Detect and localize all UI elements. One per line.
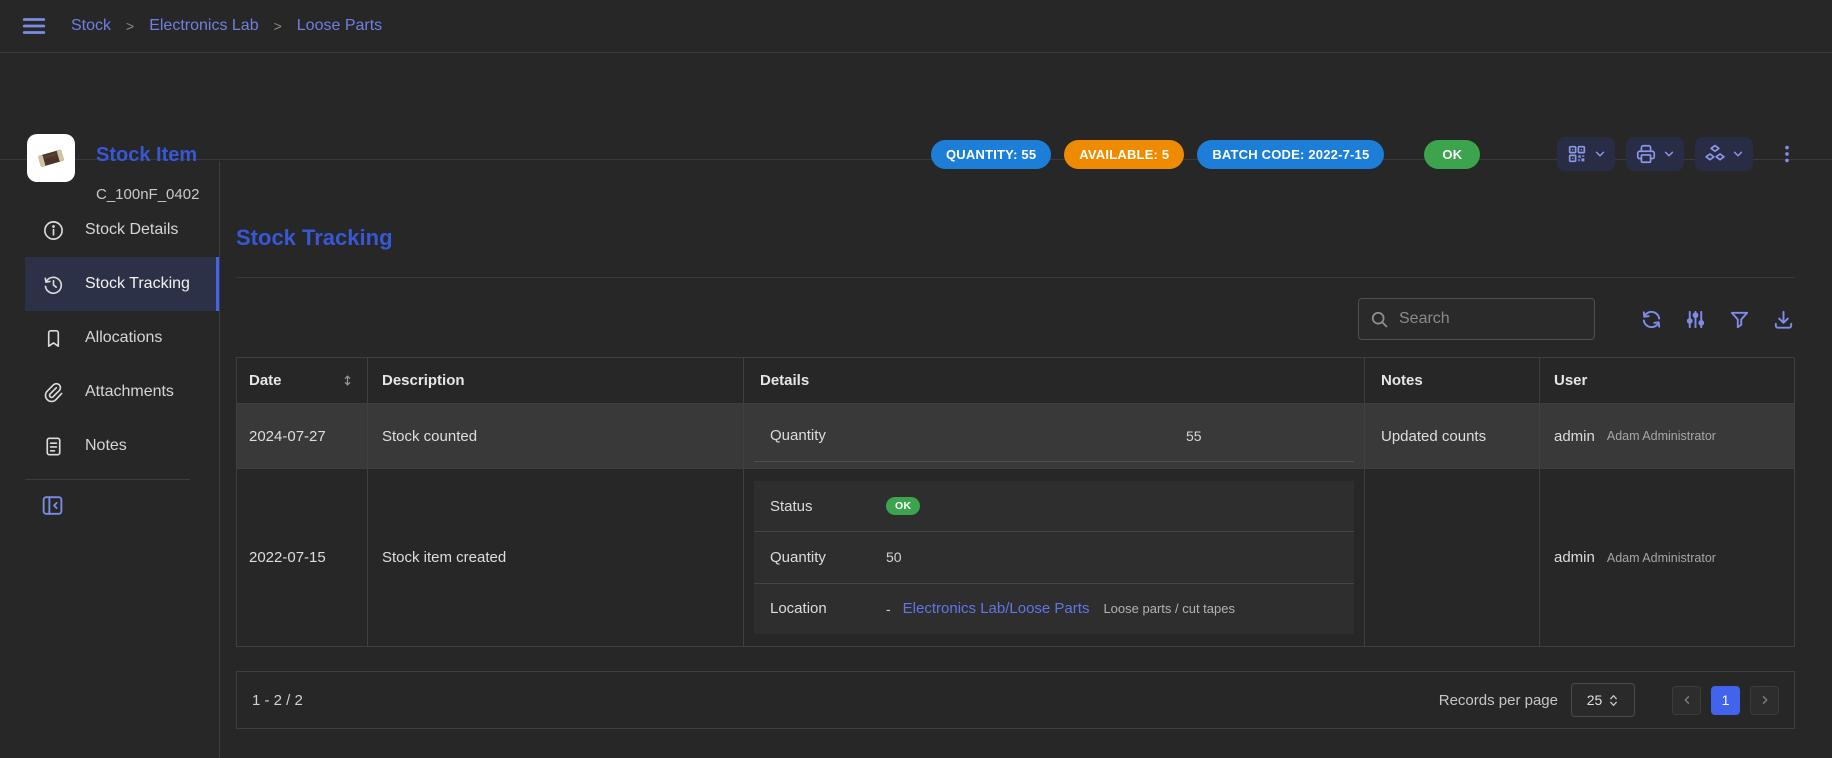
chevron-left-icon <box>1680 693 1694 707</box>
column-header-description: Description <box>368 358 744 403</box>
main-panel: Stock Tracking Date <box>220 161 1832 758</box>
panel-heading: Stock Tracking <box>236 225 1795 251</box>
user-cell: admin Adam Administrator <box>1540 469 1794 646</box>
user-fullname: Adam Administrator <box>1607 429 1716 443</box>
notes-cell <box>1365 469 1540 646</box>
stock-tracking-table: Date Description Details Notes User 2024… <box>236 357 1795 647</box>
select-stepper-icon <box>1608 693 1619 708</box>
chevron-down-icon <box>1731 147 1745 161</box>
location-description: Loose parts / cut tapes <box>1103 601 1235 616</box>
column-header-notes: Notes <box>1365 358 1540 403</box>
page-size-value: 25 <box>1587 692 1603 708</box>
sidebar-item-stock-tracking[interactable]: Stock Tracking <box>25 257 219 311</box>
table-footer: 1 - 2 / 2 Records per page 25 1 <box>236 671 1795 729</box>
column-label: Date <box>249 372 282 389</box>
sidebar-item-allocations[interactable]: Allocations <box>25 311 219 365</box>
info-circle-icon <box>42 219 65 242</box>
sidebar-collapse-icon[interactable] <box>40 493 65 518</box>
breadcrumb: Stock > Electronics Lab > Loose Parts <box>71 17 382 35</box>
records-per-page-label: Records per page <box>1439 692 1558 709</box>
detail-row-quantity: Quantity 50 <box>754 531 1354 582</box>
chevron-down-icon <box>1593 147 1607 161</box>
breadcrumb-separator: > <box>126 18 134 34</box>
bookmark-icon <box>42 327 65 350</box>
user-cell: admin Adam Administrator <box>1540 404 1794 468</box>
page-size-select[interactable]: 25 <box>1571 683 1635 717</box>
sidebar-item-label: Stock Tracking <box>85 275 190 293</box>
paperclip-icon <box>42 381 65 404</box>
sidebar-item-label: Attachments <box>85 383 174 401</box>
details-cell: Status OK Quantity 50 Location - Electro… <box>744 469 1365 646</box>
search-icon <box>1369 309 1390 330</box>
sidebar-divider <box>25 479 190 480</box>
filter-icon[interactable] <box>1728 308 1751 331</box>
column-header-details: Details <box>744 358 1365 403</box>
sidebar-item-label: Stock Details <box>85 221 178 239</box>
detail-row-status: Status OK <box>754 481 1354 531</box>
column-label: Details <box>760 372 809 389</box>
breadcrumb-bar: Stock > Electronics Lab > Loose Parts <box>0 0 1832 53</box>
table-row[interactable]: 2022-07-15 Stock item created Status OK … <box>237 468 1794 646</box>
user-fullname: Adam Administrator <box>1607 551 1716 565</box>
notes-cell: Updated counts <box>1365 404 1540 468</box>
record-count-summary: 1 - 2 / 2 <box>252 692 303 709</box>
breadcrumb-link-loose-parts[interactable]: Loose Parts <box>297 17 382 35</box>
date-cell: 2024-07-27 <box>237 404 368 468</box>
description-cell: Stock item created <box>368 469 744 646</box>
status-ok-badge: OK <box>886 497 920 515</box>
username: admin <box>1554 428 1595 445</box>
search-input[interactable] <box>1399 310 1606 328</box>
sidebar: Stock Details Stock Tracking Allocations… <box>0 161 220 758</box>
heading-divider <box>236 277 1795 278</box>
detail-label: Quantity <box>770 549 886 566</box>
sidebar-item-label: Allocations <box>85 329 162 347</box>
chevron-down-icon <box>1662 147 1676 161</box>
detail-row-location: Location - Electronics Lab/Loose Parts L… <box>754 583 1354 634</box>
breadcrumb-separator: > <box>274 18 282 34</box>
date-cell: 2022-07-15 <box>237 469 368 646</box>
location-prefix: - <box>886 601 891 617</box>
sidebar-item-label: Notes <box>85 437 127 455</box>
history-icon <box>42 273 65 296</box>
sort-icon <box>341 373 354 388</box>
download-icon[interactable] <box>1772 308 1795 331</box>
details-cell: Quantity 55 <box>744 404 1365 468</box>
table-toolbar <box>236 298 1795 340</box>
table-header-row: Date Description Details Notes User <box>237 358 1794 404</box>
column-label: Notes <box>1381 372 1423 389</box>
adjustments-icon[interactable] <box>1684 308 1707 331</box>
page-button-1[interactable]: 1 <box>1711 686 1740 715</box>
next-page-button[interactable] <box>1750 686 1779 715</box>
search-box[interactable] <box>1358 298 1595 340</box>
detail-label: Location <box>770 600 886 617</box>
breadcrumb-link-stock[interactable]: Stock <box>71 17 111 35</box>
sidebar-item-attachments[interactable]: Attachments <box>25 365 219 419</box>
description-cell: Stock counted <box>368 404 744 468</box>
breadcrumb-link-electronics-lab[interactable]: Electronics Lab <box>149 17 258 35</box>
column-label: Description <box>382 372 465 389</box>
sidebar-item-stock-details[interactable]: Stock Details <box>25 203 219 257</box>
table-row[interactable]: 2024-07-27 Stock counted Quantity 55 Upd… <box>237 404 1794 468</box>
detail-value: 50 <box>886 549 902 565</box>
notes-icon <box>42 435 65 458</box>
detail-label: Status <box>770 498 886 515</box>
menu-hamburger-icon[interactable] <box>21 13 47 39</box>
location-link[interactable]: Electronics Lab/Loose Parts <box>903 600 1090 617</box>
column-header-user: User <box>1540 358 1794 403</box>
sidebar-item-notes[interactable]: Notes <box>25 419 219 473</box>
column-label: User <box>1554 372 1587 389</box>
previous-page-button[interactable] <box>1672 686 1701 715</box>
column-header-date[interactable]: Date <box>237 358 368 403</box>
page-header: Stock Item C_100nF_0402 QUANTITY: 55 AVA… <box>0 54 1832 160</box>
pagination-controls: Records per page 25 1 <box>1439 683 1779 717</box>
detail-label: Quantity <box>770 427 886 444</box>
username: admin <box>1554 549 1595 566</box>
chevron-right-icon <box>1758 693 1772 707</box>
detail-row-quantity: Quantity 55 <box>754 410 1354 462</box>
detail-value: 55 <box>1186 428 1202 444</box>
refresh-icon[interactable] <box>1640 308 1663 331</box>
